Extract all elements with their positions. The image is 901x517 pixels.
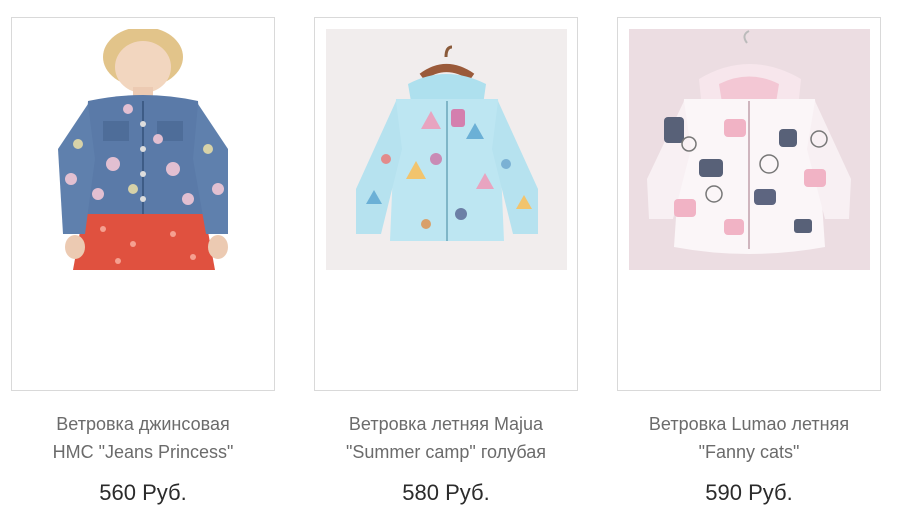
product-image-frame[interactable] [617,17,881,391]
product-price: 580 Руб. [402,480,490,505]
product-price: 590 Руб. [705,480,793,505]
product-name-line-2[interactable]: "Summer camp" голубая [294,438,598,466]
product-name[interactable]: Ветровка джинсовая HMC "Jeans Princess" [0,410,295,466]
product-price: 560 Руб. [99,480,187,505]
product-name-line-2[interactable]: HMC "Jeans Princess" [0,438,295,466]
light-blue-windbreaker-photo[interactable] [326,29,567,270]
product-card[interactable]: Ветровка Lumao летняя "Fanny cats" 590 Р… [617,17,881,505]
product-grid: Ветровка джинсовая HMC "Jeans Princess" … [0,0,901,517]
product-name-line-1[interactable]: Ветровка летняя Majua [294,410,598,438]
product-name-line-1[interactable]: Ветровка джинсовая [0,410,295,438]
product-card[interactable]: Ветровка джинсовая HMC "Jeans Princess" … [11,17,275,505]
product-image-frame[interactable] [11,17,275,391]
denim-jacket-photo[interactable] [23,29,264,270]
product-name[interactable]: Ветровка Lumao летняя "Fanny cats" [597,410,901,466]
cat-print-windbreaker-photo[interactable] [629,29,870,270]
product-name[interactable]: Ветровка летняя Majua "Summer camp" голу… [294,410,598,466]
product-image-frame[interactable] [314,17,578,391]
product-card[interactable]: Ветровка летняя Majua "Summer camp" голу… [314,17,578,505]
product-name-line-1[interactable]: Ветровка Lumao летняя [597,410,901,438]
product-name-line-2[interactable]: "Fanny cats" [597,438,901,466]
